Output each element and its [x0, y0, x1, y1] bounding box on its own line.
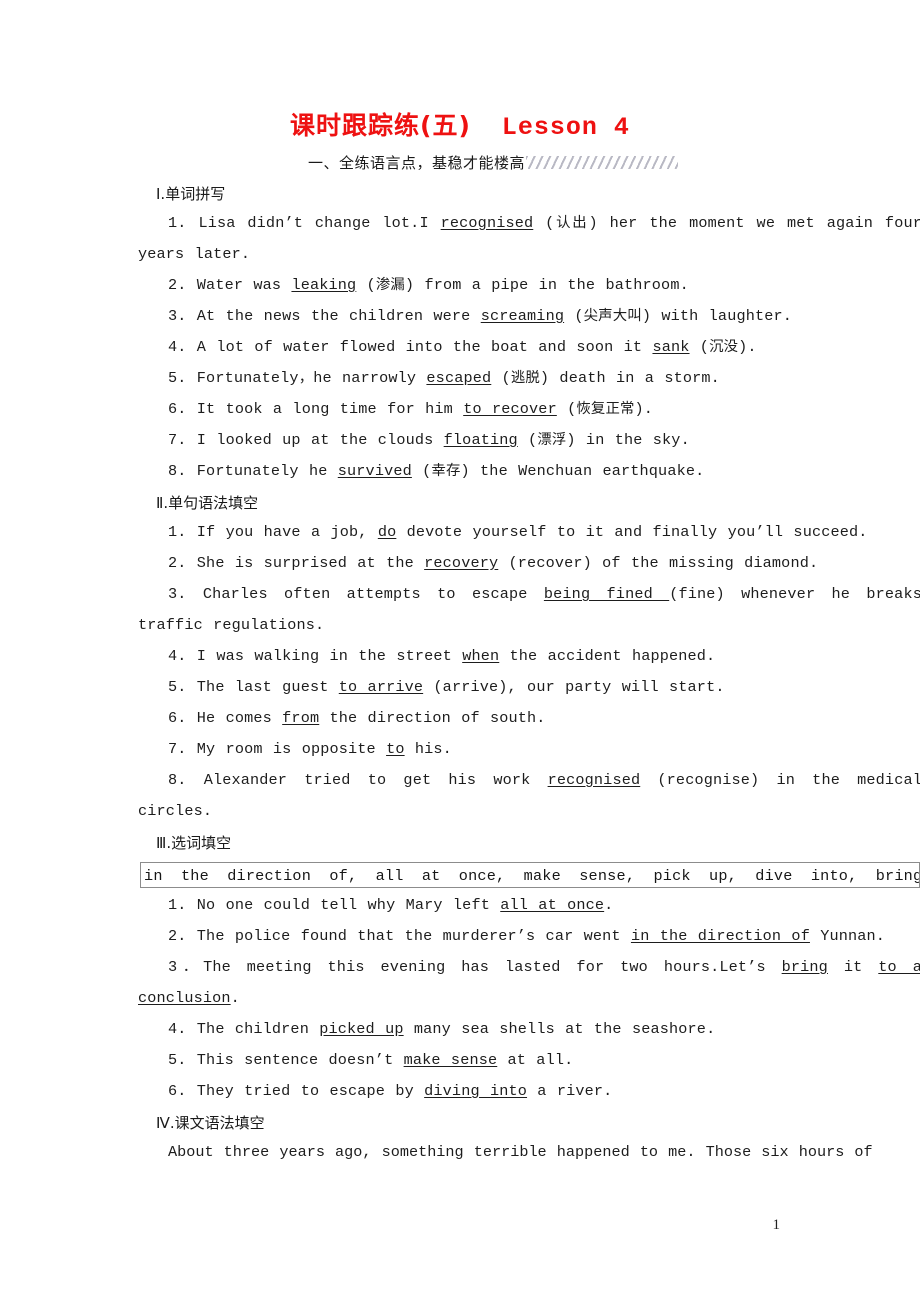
question-item: 1. Lisa didn’t change lot.I recognised (…: [138, 214, 920, 263]
question-item: 3. At the news the children were screami…: [168, 307, 793, 325]
page-number: 1: [772, 1217, 781, 1233]
question-item: 3．The meeting this evening has lasted fo…: [138, 958, 920, 1007]
question-item: 5. Fortunately，he narrowly escaped (逃脱) …: [168, 369, 720, 387]
section-heading-1: Ⅰ.单词拼写: [156, 185, 226, 203]
part-one-banner: 一、全练语言点，基稳才能楼高: [138, 152, 920, 178]
section-heading-4: Ⅳ.课文语法填空: [156, 1114, 265, 1132]
question-item: 2. The police found that the murderer’s …: [168, 927, 886, 945]
question-item: 3. Charles often attempts to escape bein…: [138, 585, 920, 634]
document-body: 一、全练语言点，基稳才能楼高 Ⅰ.单词拼写 1. Lisa didn’t cha…: [138, 152, 920, 1168]
question-item: 5. The last guest to arrive (arrive), ou…: [168, 678, 725, 696]
question-item: 6. He comes from the direction of south.: [168, 709, 546, 727]
question-item: 2. She is surprised at the recovery (rec…: [168, 554, 819, 572]
part-one-label: 一、全练语言点，基稳才能楼高: [308, 154, 526, 172]
page-title-chinese: 课时跟踪练(五): [290, 111, 471, 140]
section-heading-2: Ⅱ.单句语法填空: [156, 494, 259, 512]
question-item: 6. They tried to escape by diving into a…: [168, 1082, 613, 1100]
question-item: 7. I looked up at the clouds floating (漂…: [168, 431, 690, 449]
spelling-list: 1. Lisa didn’t change lot.I recognised (…: [138, 208, 920, 487]
page-title: 课时跟踪练(五) Lesson 4: [0, 106, 920, 142]
word-bank-box: in the direction of, all at once, make s…: [140, 862, 920, 888]
question-item: 8. Alexander tried to get his work recog…: [138, 771, 920, 820]
question-item: 2. Water was leaking (渗漏) from a pipe in…: [168, 276, 689, 294]
hatch-decoration-icon: [526, 156, 679, 169]
section-heading-3: Ⅲ.选词填空: [156, 834, 232, 852]
passage-paragraph: About three years ago, something terribl…: [168, 1143, 873, 1161]
worksheet-page: 课时跟踪练(五) Lesson 4 一、全练语言点，基稳才能楼高 Ⅰ.单词拼写 …: [0, 0, 920, 1302]
question-item: 4. I was walking in the street when the …: [168, 647, 716, 665]
word-fill-list: 1. No one could tell why Mary left all a…: [138, 890, 920, 1107]
grammar-list: 1. If you have a job, do devote yourself…: [138, 517, 920, 827]
question-item: 4. A lot of water flowed into the boat a…: [168, 338, 757, 356]
question-item: 1. No one could tell why Mary left all a…: [168, 896, 614, 914]
page-title-lesson: Lesson 4: [501, 113, 630, 142]
question-item: 6. It took a long time for him to recove…: [168, 400, 654, 418]
word-bank-text: in the direction of, all at once, make s…: [144, 867, 920, 885]
question-item: 8. Fortunately he survived (幸存) the Wenc…: [168, 462, 705, 480]
question-item: 7. My room is opposite to his.: [168, 740, 452, 758]
question-item: 5. This sentence doesn’t make sense at a…: [168, 1051, 574, 1069]
question-item: 1. If you have a job, do devote yourself…: [168, 523, 868, 541]
question-item: 4. The children picked up many sea shell…: [168, 1020, 716, 1038]
